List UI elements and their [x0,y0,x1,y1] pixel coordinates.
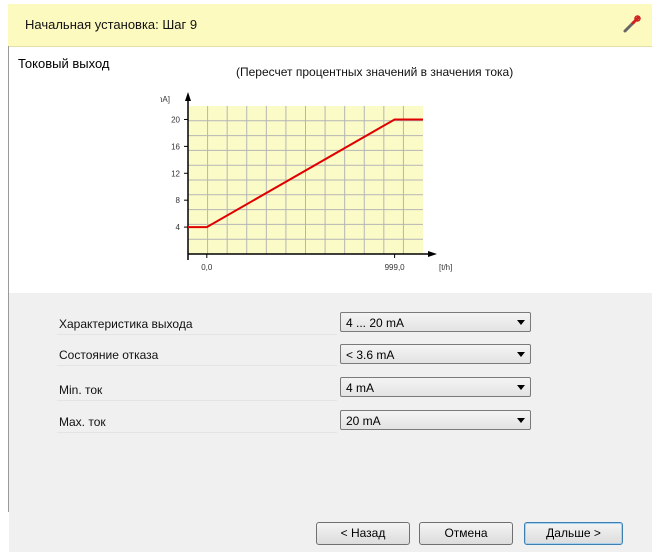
back-button[interactable]: < Назад [316,522,410,545]
wrench-icon[interactable] [622,14,642,34]
row-divider [57,400,337,401]
y-tick-label: 20 [171,115,180,124]
row-divider [57,365,337,366]
failure-state-select[interactable]: < 3.6 mA [340,344,531,364]
failure-state-label: Состояние отказа [59,348,159,362]
min-current-label: Min. ток [59,383,103,397]
section-title: Токовый выход [18,56,110,71]
y-tick-label: 4 [176,223,181,232]
output-characteristic-label: Характеристика выхода [59,317,193,331]
y-tick-label: 16 [171,142,180,151]
y-axis-label: [mA] [160,95,170,104]
max-current-select[interactable]: 20 mA [340,410,531,430]
max-current-label: Max. ток [59,415,106,429]
chevron-down-icon [517,385,525,390]
y-tick-label: 8 [176,196,181,205]
min-current-select[interactable]: 4 mA [340,377,531,397]
current-output-chart: 4 8 12 16 20 0,0 999,0 [mA] [t/h] [154,86,470,296]
y-axis-arrow [185,92,191,101]
y-tick-label: 12 [171,169,180,178]
chart-title: (Пересчет процентных значений в значения… [236,65,514,79]
min-current-value: 4 mA [346,381,375,395]
chart-svg: 4 8 12 16 20 0,0 999,0 [mA] [t/h] [154,92,452,272]
row-divider [57,432,337,433]
wizard-title: Начальная установка: Шаг 9 [25,17,198,32]
output-characteristic-value: 4 ... 20 mA [346,316,405,330]
wizard-header: Начальная установка: Шаг 9 [8,4,652,47]
max-current-value: 20 mA [346,414,381,428]
chevron-down-icon [517,418,525,423]
cancel-button[interactable]: Отмена [419,522,513,545]
settings-panel: Характеристика выхода 4 ... 20 mA Состоя… [9,293,652,512]
row-divider [57,334,337,335]
output-characteristic-select[interactable]: 4 ... 20 mA [340,312,531,332]
next-button[interactable]: Дальше > [524,522,623,545]
x-axis-arrow [428,251,437,257]
failure-state-value: < 3.6 mA [346,348,395,362]
x-tick-label: 0,0 [201,263,213,272]
chevron-down-icon [517,352,525,357]
chevron-down-icon [517,320,525,325]
x-axis-label: [t/h] [439,263,452,272]
x-tick-label: 999,0 [385,263,406,272]
